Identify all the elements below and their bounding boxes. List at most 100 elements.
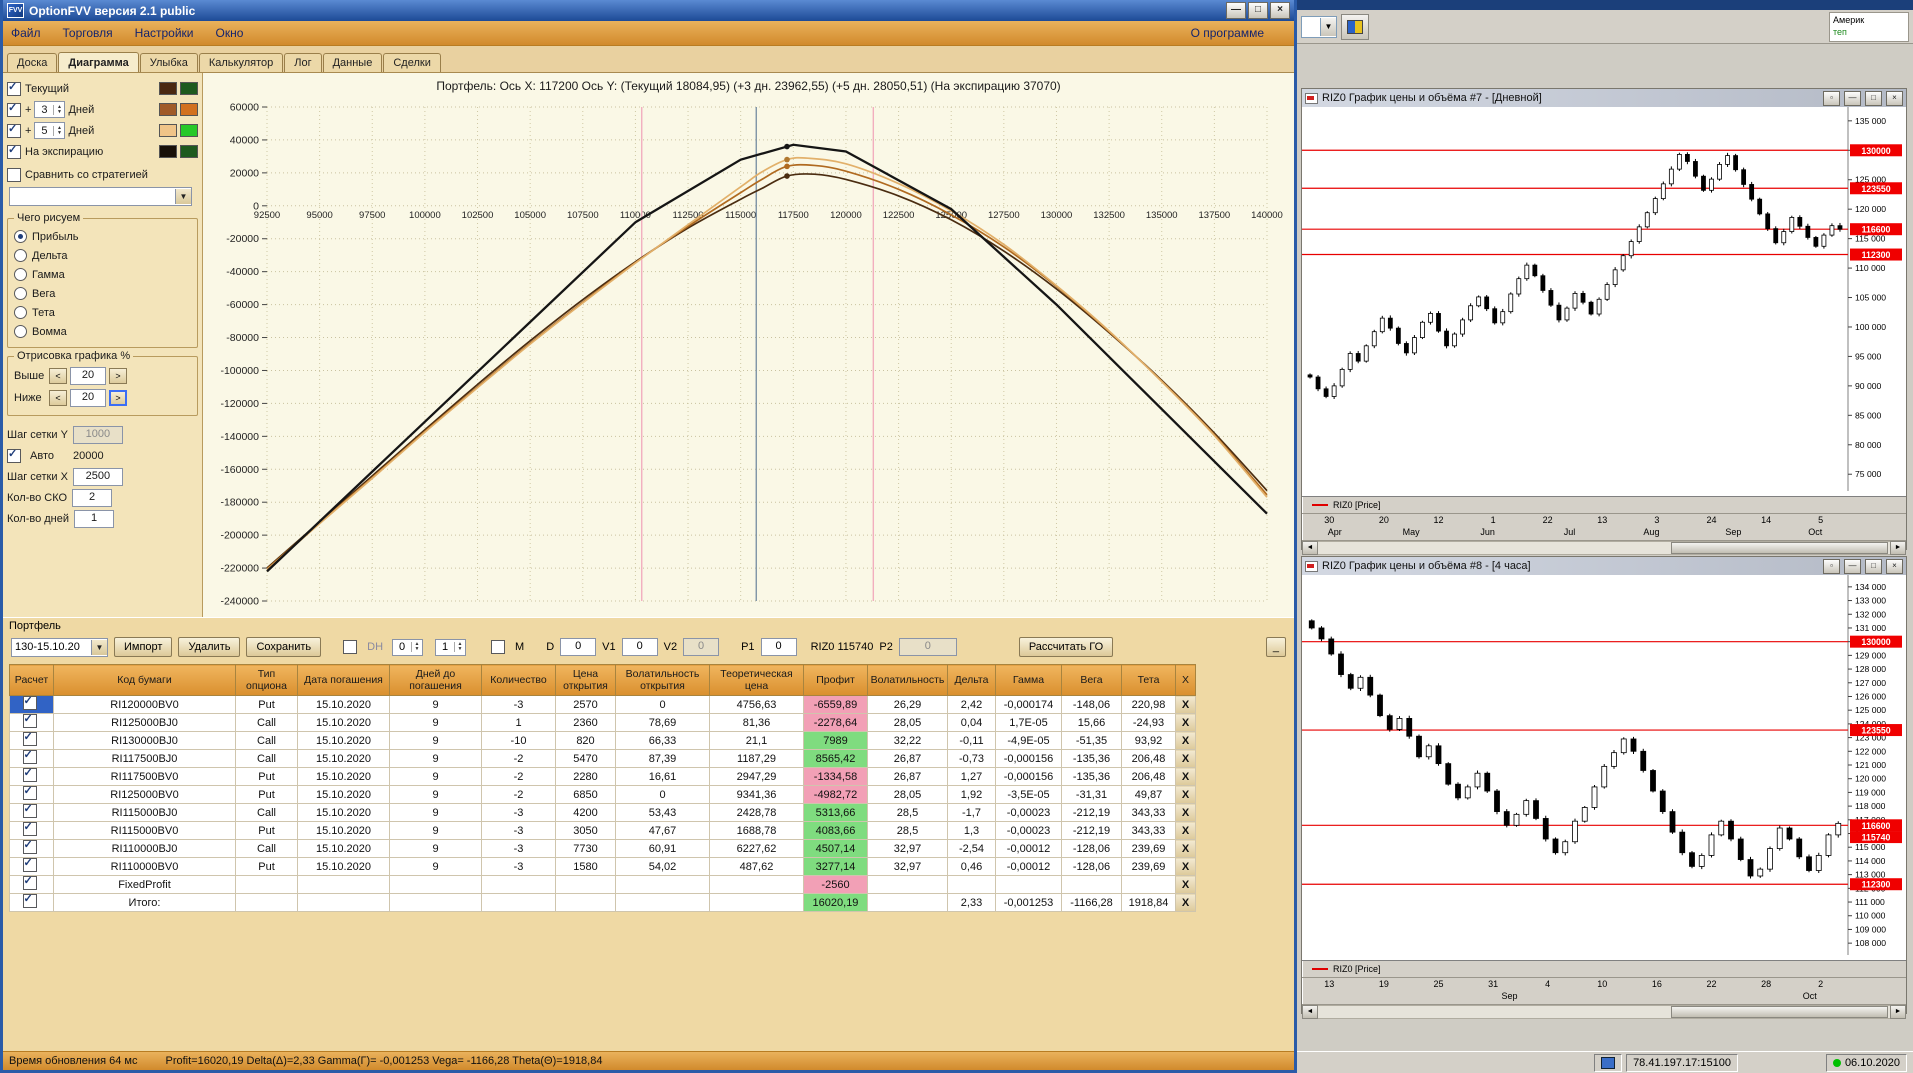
grid-y-input[interactable]: 1000 [72, 425, 123, 444]
row-checkbox[interactable] [22, 732, 37, 746]
scroll-track[interactable] [1318, 1005, 1890, 1019]
row-checkbox[interactable] [22, 876, 37, 890]
delete-row-button[interactable]: X [1175, 821, 1196, 840]
scroll-right-arrow[interactable]: ► [1890, 1005, 1906, 1019]
table-row[interactable]: RI125000BJ0Call15.10.202091236078,6981,3… [9, 713, 1196, 732]
row-select-cell[interactable] [9, 713, 54, 732]
above-decrease-button[interactable]: < [49, 368, 67, 384]
scroll-thumb[interactable] [1670, 1006, 1888, 1018]
series-checkbox-2[interactable] [7, 122, 21, 138]
row-checkbox[interactable] [22, 894, 37, 908]
series-checkbox-0[interactable] [7, 80, 21, 96]
table-row[interactable]: RI120000BV0Put15.10.20209-3257004756,63-… [9, 695, 1196, 714]
delete-row-button[interactable]: X [1175, 839, 1196, 858]
restore-button[interactable]: □ [1865, 558, 1882, 574]
below-increase-button[interactable]: > [109, 390, 127, 406]
row-checkbox[interactable] [22, 804, 37, 818]
chevron-down-icon[interactable]: ▼ [1320, 17, 1336, 36]
row-checkbox[interactable] [22, 840, 37, 854]
restore-button[interactable]: □ [1865, 90, 1882, 106]
delete-row-button[interactable]: X [1175, 713, 1196, 732]
scroll-track[interactable] [1318, 541, 1890, 555]
series-days-spinner-1[interactable]: 3 ▲ ▼ [34, 101, 66, 118]
delete-row-button[interactable]: X [1175, 875, 1196, 894]
dh-checkbox[interactable] [343, 640, 358, 654]
tab-3[interactable]: Калькулятор [198, 53, 284, 72]
p2-input[interactable]: 0 [898, 638, 957, 656]
compare-checkbox[interactable] [7, 167, 21, 182]
close-button[interactable]: × [1886, 558, 1903, 574]
table-row[interactable]: FixedProfit -2560 X [9, 875, 1196, 894]
row-checkbox[interactable] [22, 858, 37, 872]
link-button[interactable]: ▫ [1823, 558, 1840, 574]
table-row[interactable]: RI117500BJ0Call15.10.20209-2547087,39118… [9, 749, 1196, 768]
link-button[interactable]: ▫ [1823, 90, 1840, 106]
m-checkbox[interactable] [491, 640, 506, 654]
delete-row-button[interactable]: X [1175, 749, 1196, 768]
radio-3[interactable] [14, 287, 27, 300]
radio-2[interactable] [14, 268, 27, 281]
days-input[interactable]: 1 [74, 509, 115, 528]
about-menu-item[interactable]: О программе [1191, 26, 1264, 40]
window-titlebar[interactable]: FVV OptionFVV версия 2.1 public — □ × [3, 0, 1294, 21]
delete-row-button[interactable]: X [1175, 767, 1196, 786]
period-dropdown[interactable]: ▼ [1301, 15, 1337, 38]
row-checkbox[interactable] [22, 822, 37, 836]
chart-window-4h-titlebar[interactable]: RIZ0 График цены и объёма #8 - [4 часа] … [1302, 557, 1906, 575]
table-row[interactable]: RI115000BJ0Call15.10.20209-3420053,43242… [9, 803, 1196, 822]
minimize-button[interactable]: — [1226, 2, 1246, 19]
below-decrease-button[interactable]: < [49, 390, 67, 406]
v2-input[interactable]: 0 [683, 638, 720, 656]
row-select-cell[interactable] [9, 875, 54, 894]
delete-row-button[interactable]: X [1175, 785, 1196, 804]
save-button[interactable]: Сохранить [246, 637, 322, 657]
scroll-left-arrow[interactable]: ◄ [1302, 541, 1318, 555]
series-checkbox-1[interactable] [7, 101, 21, 117]
close-button[interactable]: × [1270, 2, 1290, 19]
above-value-input[interactable]: 20 [70, 367, 106, 385]
minimize-button[interactable]: — [1844, 558, 1861, 574]
delete-button[interactable]: Удалить [178, 637, 241, 657]
radio-1[interactable] [14, 249, 27, 262]
row-select-cell[interactable] [9, 695, 54, 714]
below-value-input[interactable]: 20 [70, 389, 106, 407]
scroll-left-arrow[interactable]: ◄ [1302, 1005, 1318, 1019]
row-select-cell[interactable] [9, 893, 54, 912]
chevron-down-icon[interactable]: ▼ [91, 639, 107, 655]
row-select-cell[interactable] [9, 767, 54, 786]
delete-row-button[interactable]: X [1175, 731, 1196, 750]
row-select-cell[interactable] [9, 749, 54, 768]
minimize-button[interactable]: — [1844, 90, 1861, 106]
scroll-right-arrow[interactable]: ► [1890, 541, 1906, 555]
v1-input[interactable]: 0 [621, 638, 658, 656]
accounts-icon-button[interactable] [1341, 13, 1369, 40]
row-checkbox[interactable] [22, 696, 37, 710]
row-select-cell[interactable] [9, 839, 54, 858]
row-select-cell[interactable] [9, 731, 54, 750]
close-button[interactable]: × [1886, 90, 1903, 106]
chart-window-daily-titlebar[interactable]: RIZ0 График цены и объёма #7 - [Дневной]… [1302, 89, 1906, 107]
row-checkbox[interactable] [22, 714, 37, 728]
dh-spinner-2[interactable]: 1 ▲ ▼ [435, 638, 467, 656]
table-row[interactable]: Итого: 16020,19 2,33-0,001253-1166,281918,… [9, 893, 1196, 912]
delete-row-button[interactable]: X [1175, 893, 1196, 912]
tab-0[interactable]: Доска [7, 53, 58, 72]
radio-5[interactable] [14, 325, 27, 338]
table-row[interactable]: RI117500BV0Put15.10.20209-2228016,612947… [9, 767, 1196, 786]
sko-input[interactable]: 2 [72, 488, 113, 507]
table-row[interactable]: RI130000BJ0Call15.10.20209-1082066,3321,… [9, 731, 1196, 750]
table-row[interactable]: RI125000BV0Put15.10.20209-2685009341,36-… [9, 785, 1196, 804]
dh-spinner-1[interactable]: 0 ▲ ▼ [392, 638, 424, 656]
d-input[interactable]: 0 [560, 638, 597, 656]
delete-row-button[interactable]: X [1175, 803, 1196, 822]
tab-5[interactable]: Данные [322, 53, 383, 72]
preset-dropdown[interactable]: 130-15.10.20 ▼ [11, 637, 108, 657]
scroll-thumb[interactable] [1670, 542, 1888, 554]
row-select-cell[interactable] [9, 803, 54, 822]
tab-2[interactable]: Улыбка [139, 53, 198, 72]
menu-item-0[interactable]: Файл [11, 26, 41, 40]
menu-item-1[interactable]: Торговля [63, 26, 113, 40]
row-checkbox[interactable] [22, 750, 37, 764]
table-row[interactable]: RI110000BJ0Call15.10.20209-3773060,91622… [9, 839, 1196, 858]
row-select-cell[interactable] [9, 857, 54, 876]
